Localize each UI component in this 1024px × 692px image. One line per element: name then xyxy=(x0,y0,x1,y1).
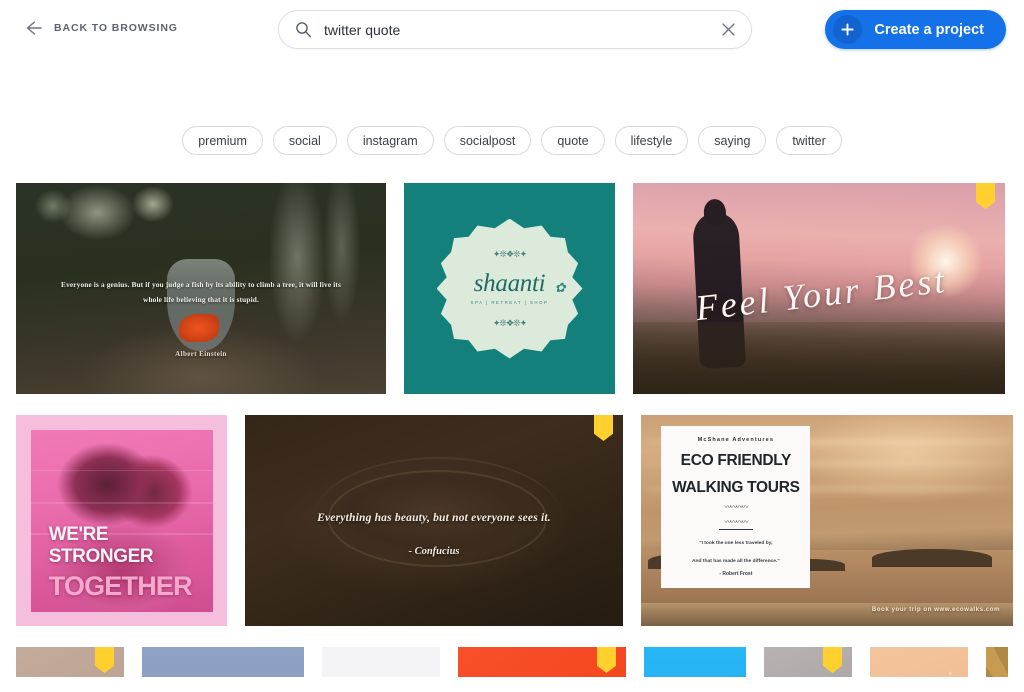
together-headline-line2: TOGETHER xyxy=(48,571,193,602)
close-icon xyxy=(721,23,735,36)
tag-premium[interactable]: premium xyxy=(182,126,263,155)
template-card-partial-3[interactable] xyxy=(322,647,440,677)
template-card-einstein-quote[interactable]: Everyone is a genius. But if you judge a… xyxy=(16,183,386,394)
premium-badge-icon xyxy=(976,183,995,209)
together-photo: WE'RE STRONGER TOGETHER xyxy=(30,429,213,612)
template-card-partial-7[interactable] xyxy=(870,647,968,677)
template-results-grid: Everyone is a genius. But if you judge a… xyxy=(0,183,1024,677)
create-a-project-label: Create a project xyxy=(874,21,984,38)
eco-headline-line2: WALKING TOURS xyxy=(672,478,800,496)
island-graphic xyxy=(871,548,992,567)
template-card-partial-1[interactable] xyxy=(16,647,124,677)
template-card-eco-walking-tours[interactable]: McShane Adventures ECO FRIENDLY WALKING … xyxy=(641,415,1013,626)
template-card-stronger-together[interactable]: WE'RE STRONGER TOGETHER xyxy=(16,415,227,626)
wall-line xyxy=(30,502,213,504)
tag-filter-list: premium social instagram socialpost quot… xyxy=(0,126,1024,155)
divider-rule xyxy=(718,528,753,531)
tag-twitter[interactable]: twitter xyxy=(776,126,842,155)
eco-text-panel: McShane Adventures ECO FRIENDLY WALKING … xyxy=(661,425,811,589)
shaanti-subtitle: SPA | RETREAT | SHOP xyxy=(470,299,549,305)
together-headline-line1: WE'RE STRONGER xyxy=(48,523,154,567)
wave-ornament: 〰〰〰〰 xyxy=(724,519,748,527)
lotus-icon: ✿ xyxy=(554,279,566,295)
template-card-feel-your-best[interactable]: Feel Your Best xyxy=(633,183,1005,394)
ornament-top: ✦❊❖❊✦ xyxy=(492,248,527,259)
confucius-quote-author: - Confucius xyxy=(408,545,460,557)
ornament-bottom: ✦❊❖❊✦ xyxy=(492,317,527,328)
wave-ornament: 〰〰〰〰 xyxy=(724,504,748,512)
tag-saying[interactable]: saying xyxy=(698,126,767,155)
template-card-confucius-quote[interactable]: Everything has beauty, but not everyone … xyxy=(245,415,623,626)
search-input[interactable] xyxy=(324,21,713,38)
wall-line xyxy=(30,469,213,472)
back-to-browsing-link[interactable]: BACK TO BROWSING xyxy=(22,18,178,38)
arrow-left-icon xyxy=(22,18,42,38)
foreground-graphic xyxy=(633,322,1005,394)
create-a-project-button[interactable]: Create a project xyxy=(825,10,1006,49)
einstein-quote-text: Everyone is a genius. But if you judge a… xyxy=(61,279,341,304)
eco-quote-line2: And that has made all the difference." xyxy=(692,559,780,565)
results-row-2: WE'RE STRONGER TOGETHER Everything has b… xyxy=(16,415,1013,626)
top-bar: BACK TO BROWSING Create a pro xyxy=(0,0,1024,58)
tag-socialpost[interactable]: socialpost xyxy=(443,126,532,155)
eco-headline-line1: ECO FRIENDLY xyxy=(680,451,792,469)
template-card-partial-2[interactable] xyxy=(142,647,304,677)
tag-instagram[interactable]: instagram xyxy=(346,126,434,155)
premium-badge-icon xyxy=(823,647,842,673)
premium-badge-icon xyxy=(95,647,114,673)
search-icon xyxy=(295,21,312,38)
tag-social[interactable]: social xyxy=(272,126,337,155)
plus-icon xyxy=(833,15,863,44)
search-clear-button[interactable] xyxy=(713,15,743,45)
confucius-quote-text: Everything has beauty, but not everyone … xyxy=(317,512,551,525)
eco-footer-url: Book your trip on www.ecowalks.com xyxy=(871,606,1000,614)
premium-badge-icon xyxy=(594,415,613,441)
back-to-browsing-label: BACK TO BROWSING xyxy=(54,22,178,34)
template-card-partial-6[interactable] xyxy=(764,647,852,677)
search-bar[interactable] xyxy=(278,10,752,49)
template-card-partial-4[interactable] xyxy=(458,647,626,677)
results-row-1: Everyone is a genius. But if you judge a… xyxy=(16,183,1008,394)
tag-quote[interactable]: quote xyxy=(541,126,605,155)
einstein-quote-author: Albert Einstein xyxy=(175,349,227,358)
premium-badge-icon xyxy=(597,647,616,673)
eco-quote-line1: "I took the one less traveled by, xyxy=(699,541,773,547)
template-card-shaanti-logo[interactable]: ✦❊❖❊✦ shaanti ✿ SPA | RETREAT | SHOP ✦❊❖❊… xyxy=(404,183,615,394)
template-card-partial-5[interactable] xyxy=(644,647,746,677)
results-row-3 xyxy=(16,647,1008,677)
template-card-partial-8[interactable] xyxy=(986,647,1008,677)
eco-quote-author: - Robert Frost xyxy=(719,571,753,578)
shaanti-badge-frame: ✦❊❖❊✦ shaanti ✿ SPA | RETREAT | SHOP ✦❊❖❊… xyxy=(436,218,583,359)
shaanti-brand-name: shaanti ✿ xyxy=(473,269,566,297)
eco-brand-name: McShane Adventures xyxy=(697,436,775,443)
tag-lifestyle[interactable]: lifestyle xyxy=(614,126,689,155)
